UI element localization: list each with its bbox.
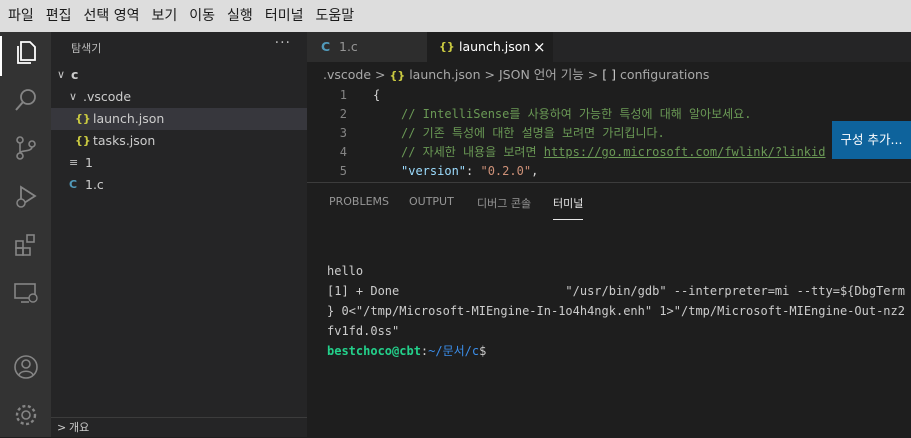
tree-folder-c[interactable]: ∨ c — [51, 64, 307, 86]
accounts-icon[interactable] — [13, 354, 39, 380]
array-icon: [ ] — [602, 67, 616, 82]
code-text: { — [373, 88, 381, 102]
terminal-line: hello — [327, 264, 364, 278]
json-file-icon: {} — [439, 40, 455, 53]
code-line: 3 // 기존 특성에 대한 설명을 보려면 가리킵니다. — [307, 124, 911, 143]
breadcrumb-item[interactable]: configurations — [620, 67, 709, 82]
editor-tab-bar: C 1.c {} launch.json × — [307, 32, 911, 62]
source-control-icon[interactable] — [13, 135, 39, 161]
active-indicator — [0, 36, 2, 76]
run-debug-icon[interactable] — [13, 184, 39, 210]
explorer-sidebar: 탐색기 ··· ∨ c ∨ .vscode {} launch.json {} … — [51, 32, 307, 437]
settings-gear-icon[interactable] — [13, 402, 39, 428]
tab-launch-json[interactable]: {} launch.json × — [427, 32, 553, 62]
explorer-icon[interactable] — [13, 40, 39, 66]
sidebar-title: 탐색기 — [71, 42, 102, 55]
panel-tab-output[interactable]: OUTPUT — [409, 195, 454, 219]
menu-run[interactable]: 실행 — [221, 0, 259, 32]
chevron-right-icon: > — [484, 67, 495, 82]
prompt-user: bestchoco@cbt — [327, 344, 421, 358]
menu-terminal[interactable]: 터미널 — [259, 0, 310, 32]
panel-tab-problems[interactable]: PROBLEMS — [329, 195, 389, 219]
terminal-line: } 0<"/tmp/Microsoft-MIEngine-In-1o4h4ngk… — [327, 304, 905, 318]
code-comment: // IntelliSense를 사용하여 가능한 특성에 대해 알아보세요. — [401, 107, 752, 121]
tab-1c[interactable]: C 1.c — [307, 32, 427, 62]
panel-tab-terminal[interactable]: 터미널 — [553, 195, 584, 220]
menu-view[interactable]: 보기 — [146, 0, 184, 32]
terminal-line: [1] + Done "/usr/bin/gdb" --interpreter=… — [327, 284, 905, 298]
breadcrumb: .vscode >{} launch.json > JSON 언어 기능 >[ ] conf… — [307, 62, 911, 88]
more-actions-icon[interactable]: ··· — [275, 35, 291, 51]
terminal-output[interactable]: hello [1] + Done "/usr/bin/gdb" --interpr… — [327, 261, 907, 361]
add-configuration-button[interactable]: 구성 추가... — [832, 121, 911, 159]
remote-explorer-icon[interactable] — [13, 280, 39, 306]
tree-item-label: .vscode — [83, 89, 132, 104]
code-editor[interactable]: 1 { 2 // IntelliSense를 사용하여 가능한 특성에 대해 알… — [307, 86, 911, 182]
breadcrumb-item[interactable]: launch.json — [409, 67, 480, 82]
menu-edit[interactable]: 편집 — [40, 0, 78, 32]
code-line: 1 { — [307, 86, 911, 105]
outline-section[interactable]: > 개요 — [51, 417, 307, 438]
line-number: 4 — [339, 145, 347, 159]
line-number: 3 — [339, 126, 347, 140]
code-link[interactable]: https://go.microsoft.com/fwlink/?linkid — [544, 145, 826, 159]
bottom-panel: PROBLEMS OUTPUT 디버그 콘솔 터미널 hello [1] + Do… — [307, 182, 911, 438]
terminal-prompt: bestchoco@cbt:~/문서/c$ — [327, 341, 907, 361]
chevron-right-icon: > — [587, 67, 599, 82]
json-file-icon: {} — [389, 69, 406, 82]
line-number: 1 — [339, 88, 347, 102]
tree-item-label: 1.c — [85, 177, 104, 192]
tree-item-label: 1 — [85, 155, 93, 170]
tree-item-label: tasks.json — [93, 133, 156, 148]
outline-label: 개요 — [69, 421, 90, 434]
code-comment: // 자세한 내용을 보려면 — [401, 145, 544, 159]
chevron-down-icon: ∨ — [69, 90, 78, 103]
extensions-icon[interactable] — [13, 232, 39, 258]
json-key: "version" — [401, 164, 467, 178]
code-line: 5 "version": "0.2.0", — [307, 162, 911, 181]
menu-selection[interactable]: 선택 영역 — [78, 0, 146, 32]
tree-folder-vscode[interactable]: ∨ .vscode — [51, 86, 307, 108]
breadcrumb-item[interactable]: JSON 언어 기능 — [499, 67, 584, 82]
tree-file-launch-json[interactable]: {} launch.json — [51, 108, 307, 130]
code-line: 2 // IntelliSense를 사용하여 가능한 특성에 대해 알아보세요… — [307, 105, 911, 124]
chevron-down-icon: ∨ — [57, 68, 66, 81]
tree-item-label: launch.json — [93, 111, 165, 126]
json-file-icon: {} — [75, 112, 91, 125]
tree-file-1c[interactable]: C 1.c — [51, 174, 307, 196]
panel-tab-debug-console[interactable]: 디버그 콘솔 — [477, 195, 531, 219]
text-file-icon: ≡ — [69, 156, 79, 169]
search-icon[interactable] — [13, 87, 39, 113]
tab-label: launch.json — [459, 39, 531, 54]
prompt-dollar: $ — [479, 344, 487, 358]
menu-file[interactable]: 파일 — [0, 0, 40, 32]
prompt-path: ~/문서/c — [428, 344, 480, 358]
line-number: 2 — [339, 107, 347, 121]
line-number: 5 — [339, 164, 347, 178]
breadcrumb-item[interactable]: .vscode — [323, 67, 371, 82]
menu-bar: 파일 편집 선택 영역 보기 이동 실행 터미널 도움말 — [0, 0, 911, 32]
chevron-right-icon: > — [57, 421, 67, 434]
terminal-line: fv1fd.0ss" — [327, 324, 400, 338]
code-line: 4 // 자세한 내용을 보려면 https://go.microsoft.co… — [307, 143, 911, 162]
sidebar-header: 탐색기 ··· — [51, 32, 307, 60]
tree-item-label: c — [71, 67, 79, 82]
json-file-icon: {} — [75, 134, 91, 147]
json-value: "0.2.0" — [480, 164, 532, 178]
code-comment: // 기존 특성에 대한 설명을 보려면 가리킵니다. — [401, 126, 665, 140]
json-colon: : — [466, 164, 481, 178]
close-icon[interactable]: × — [533, 32, 546, 62]
tree-file-tasks-json[interactable]: {} tasks.json — [51, 130, 307, 152]
tree-file-1[interactable]: ≡ 1 — [51, 152, 307, 174]
chevron-right-icon: > — [375, 67, 386, 82]
tab-label: 1.c — [339, 39, 358, 54]
json-comma: , — [531, 164, 539, 178]
activity-bar — [0, 32, 51, 437]
menu-go[interactable]: 이동 — [183, 0, 221, 32]
c-file-icon: C — [69, 178, 78, 191]
menu-help[interactable]: 도움말 — [309, 0, 360, 32]
c-file-icon: C — [321, 39, 331, 54]
